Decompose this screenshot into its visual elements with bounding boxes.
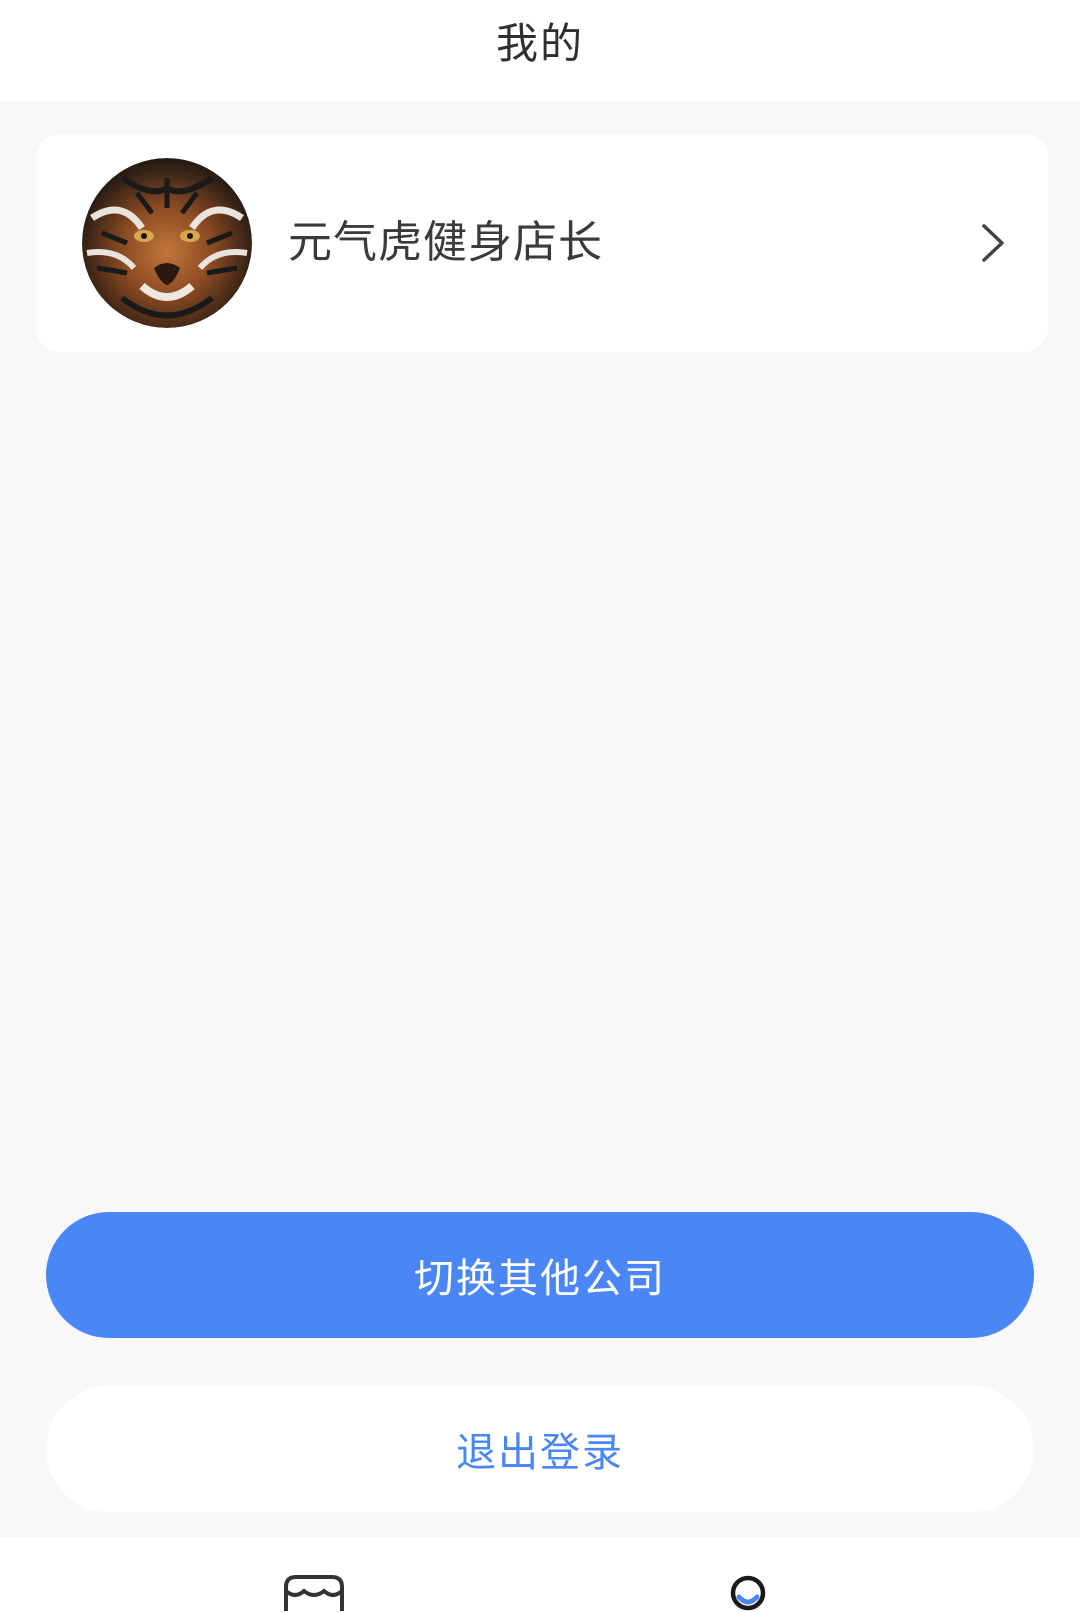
store-icon xyxy=(284,1575,344,1611)
bottom-tab-bar xyxy=(0,1537,1080,1613)
mine-screen: 我的 元气虎健身店长 切换其他公司 退出登录 xyxy=(0,0,1080,1613)
profile-name: 元气虎健身店长 xyxy=(288,217,603,268)
nav-header: 我的 xyxy=(0,0,1080,101)
chevron-right-icon xyxy=(978,218,1008,268)
tiger-avatar-icon xyxy=(82,158,252,328)
tab-store[interactable] xyxy=(214,1537,414,1613)
switch-company-button[interactable]: 切换其他公司 xyxy=(46,1212,1034,1338)
page-title: 我的 xyxy=(495,19,584,68)
logout-button[interactable]: 退出登录 xyxy=(46,1386,1034,1512)
avatar[interactable] xyxy=(82,158,252,328)
tab-mine[interactable] xyxy=(662,1537,862,1613)
profile-card[interactable]: 元气虎健身店长 xyxy=(36,134,1048,352)
person-icon xyxy=(730,1575,766,1611)
